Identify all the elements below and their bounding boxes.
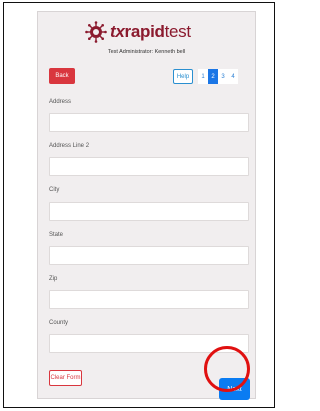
next-button[interactable]: Next [219, 378, 250, 400]
logo-tx: tx [110, 22, 125, 41]
address-field[interactable] [49, 113, 249, 132]
back-button[interactable]: Back [49, 68, 75, 84]
county-label: County [49, 320, 69, 326]
page-2-current[interactable]: 2 [208, 69, 218, 84]
test-administrator-text: Test Administrator: Kenneth bell [107, 49, 186, 55]
zip-label: Zip [49, 276, 58, 282]
page-stepper: 1 2 3 4 [198, 69, 238, 84]
state-field[interactable] [49, 246, 249, 265]
address-line-2-field[interactable] [49, 157, 249, 176]
form-card: txrapidtest Test Administrator: Kenneth … [37, 11, 256, 400]
logo-test: test [164, 22, 192, 41]
address-line-2-label: Address Line 2 [49, 143, 90, 149]
zip-field[interactable] [49, 290, 249, 309]
county-field[interactable] [49, 334, 249, 353]
city-label: City [49, 187, 60, 193]
txrapidtest-logo: txrapidtest [85, 20, 215, 44]
help-button[interactable]: Help [173, 69, 193, 84]
logo-text: txrapidtest [110, 22, 191, 42]
page-3[interactable]: 3 [218, 69, 228, 84]
page-4[interactable]: 4 [228, 69, 238, 84]
virus-icon [85, 21, 107, 43]
address-label: Address [49, 99, 72, 105]
city-field[interactable] [49, 202, 249, 221]
state-label: State [49, 232, 64, 238]
page-1[interactable]: 1 [198, 69, 208, 84]
clear-form-button[interactable]: Clear Form [49, 370, 82, 386]
logo-rapid: rapid [124, 22, 165, 41]
